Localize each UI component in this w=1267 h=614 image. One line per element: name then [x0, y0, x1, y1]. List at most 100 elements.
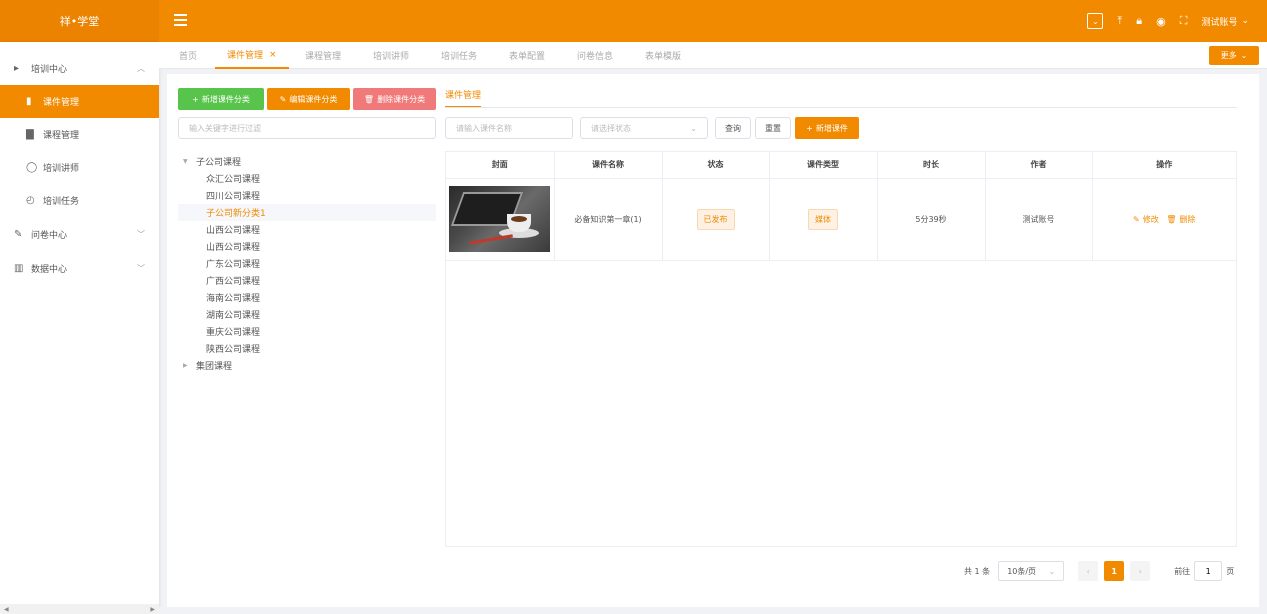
edit-category-button[interactable]: ✎ 编辑课件分类 [267, 88, 350, 110]
divider [445, 107, 1237, 108]
dropdown-box-icon[interactable]: ⌄ [1087, 13, 1104, 29]
tree-node[interactable]: 众汇公司课程 [178, 170, 436, 187]
tree-node-label: 众汇公司课程 [206, 175, 261, 185]
courseware-table: 封面 课件名称 状态 课件类型 时长 作者 操作 必备知识第一章(1) 已发布 … [445, 151, 1237, 547]
tree-node-label: 湖南公司课程 [206, 311, 261, 321]
tree-node[interactable]: 海南公司课程 [178, 289, 436, 306]
caret-down-icon[interactable]: ▼ [183, 158, 191, 165]
more-button[interactable]: 更多 ⌄ [1209, 46, 1259, 65]
button-label: 删除课件分类 [377, 94, 426, 104]
cover-image[interactable] [449, 186, 551, 252]
tab-lecturers[interactable]: 培训讲师 [373, 42, 409, 69]
tab-form-template[interactable]: 表单模版 [645, 42, 681, 69]
tab-label: 培训讲师 [373, 52, 410, 62]
type-cell: 媒体 [769, 178, 878, 261]
sidebar-group-label: 培训中心 [31, 64, 68, 75]
courseware-name-input[interactable] [445, 117, 573, 139]
play-square-icon: ▸ [14, 62, 20, 74]
reset-button[interactable]: 重置 [755, 117, 791, 139]
tree-node[interactable]: 广东公司课程 [178, 255, 436, 272]
button-label: 查询 [725, 123, 741, 133]
tree-node[interactable]: 广西公司课程 [178, 272, 436, 289]
tree-node-label: 重庆公司课程 [206, 328, 261, 338]
tab-label: 课程管理 [305, 52, 342, 62]
scroll-left-icon[interactable]: ◀ [4, 606, 9, 613]
page-unit: 页 [1226, 566, 1235, 576]
sidebar-item-label: 培训讲师 [43, 164, 80, 174]
current-page[interactable]: 1 [1104, 561, 1125, 581]
tree-node-root[interactable]: ▶ 集团课程 [178, 357, 436, 374]
lock-icon[interactable]: 🔒︎ [1136, 14, 1142, 28]
tree-node-label: 子公司新分类1 [206, 209, 266, 219]
tree-node[interactable]: 湖南公司课程 [178, 306, 436, 323]
sidebar-scrollbar[interactable]: ◀ ▶ [0, 604, 159, 614]
sidebar-group-data[interactable]: ▥ 数据中心 ﹀ [0, 251, 159, 285]
tab-form-config[interactable]: 表单配置 [509, 42, 545, 69]
sidebar-item-tasks[interactable]: ◴ 培训任务 [0, 184, 159, 217]
sidebar-group-survey[interactable]: ✎ 问卷中心 ﹀ [0, 217, 159, 251]
edit-link[interactable]: ✎ 修改 [1133, 214, 1159, 225]
tab-courseware[interactable]: 课件管理 × [215, 42, 289, 69]
tree-node-label: 子公司课程 [196, 158, 242, 168]
add-category-button[interactable]: + 新增课件分类 [178, 88, 264, 110]
edit-icon: ✎ [1133, 214, 1140, 224]
menu-toggle-icon[interactable] [174, 14, 187, 26]
tree-node-root[interactable]: ▼ 子公司课程 [178, 153, 436, 170]
next-page-button[interactable]: › [1130, 561, 1151, 581]
chevron-down-icon: ﹀ [137, 263, 145, 273]
button-label: 重置 [765, 123, 781, 133]
page-size-select[interactable]: 10条/页 ⌄ [998, 561, 1065, 581]
tab-tasks[interactable]: 培训任务 [441, 42, 477, 69]
tree-node-label: 集团课程 [196, 362, 233, 372]
tab-courses[interactable]: 课程管理 [305, 42, 341, 69]
sidebar-item-courseware[interactable]: ▮ 课件管理 [0, 85, 159, 118]
add-courseware-button[interactable]: + 新增课件 [795, 117, 859, 139]
author: 测试账号 [985, 178, 1093, 261]
prev-page-button[interactable]: ‹ [1078, 561, 1099, 581]
chevron-down-icon: ⌄ [1048, 566, 1056, 576]
tab-label: 表单配置 [509, 52, 546, 62]
delete-link[interactable]: 🗑︎ 删除 [1166, 214, 1195, 225]
document-icon: ▮ [26, 96, 32, 107]
fullscreen-icon[interactable]: ⛶ [1180, 14, 1188, 28]
column-header: 操作 [1092, 152, 1236, 179]
courseware-name: 必备知识第一章(1) [554, 178, 663, 261]
tab-label: 首页 [179, 52, 198, 62]
caret-right-icon[interactable]: ▶ [183, 362, 191, 369]
table-header-row: 封面 课件名称 状态 课件类型 时长 作者 操作 [446, 152, 1236, 179]
sidebar-item-courses[interactable]: ▇ 课程管理 [0, 118, 159, 151]
tree-node-label: 四川公司课程 [206, 192, 261, 202]
tree-node-selected[interactable]: 子公司新分类1 [178, 204, 436, 221]
eye-icon[interactable]: ◉ [1156, 15, 1166, 28]
tree-node-label: 陕西公司课程 [206, 345, 261, 355]
tree-node[interactable]: 山西公司课程 [178, 238, 436, 255]
goto-page-input[interactable] [1194, 561, 1223, 581]
plus-icon: + [806, 123, 813, 133]
tree-node[interactable]: 山西公司课程 [178, 221, 436, 238]
query-button[interactable]: 查询 [715, 117, 751, 139]
tree-node[interactable]: 重庆公司课程 [178, 323, 436, 340]
main-content: + 新增课件分类 ✎ 编辑课件分类 🗑︎ 删除课件分类 ▼ 子公司课程 众汇公司… [167, 74, 1259, 607]
scroll-right-icon[interactable]: ▶ [150, 606, 155, 613]
footer-strip [159, 607, 1267, 614]
tab-label: 课件管理 [227, 51, 264, 61]
bar-chart-icon: ▥ [14, 262, 24, 274]
sidebar-item-lecturers[interactable]: ◯ 培训讲师 [0, 151, 159, 184]
sidebar-group-training[interactable]: ▸ 培训中心 ︿ [0, 51, 159, 85]
total-count: 共 1 条 [964, 566, 991, 576]
upload-icon[interactable]: ⤒ [1117, 14, 1122, 28]
tab-home[interactable]: 首页 [179, 42, 197, 69]
edit-icon: ✎ [279, 94, 287, 104]
tree-node[interactable]: 四川公司课程 [178, 187, 436, 204]
tree-node[interactable]: 陕西公司课程 [178, 340, 436, 357]
delete-category-button[interactable]: 🗑︎ 删除课件分类 [353, 88, 436, 110]
tab-survey-info[interactable]: 问卷信息 [577, 42, 613, 69]
status-select[interactable]: 请选择状态 ⌄ [580, 117, 708, 139]
trash-icon: 🗑︎ [1166, 214, 1177, 224]
close-icon[interactable]: × [269, 50, 277, 60]
chevron-down-icon: ⌄ [1241, 16, 1249, 26]
tab-courseware-panel[interactable]: 课件管理 [445, 88, 482, 108]
user-menu[interactable]: 测试账号 ⌄ [1201, 15, 1249, 28]
duration: 5分39秒 [877, 178, 986, 261]
category-filter-input[interactable] [178, 117, 436, 139]
